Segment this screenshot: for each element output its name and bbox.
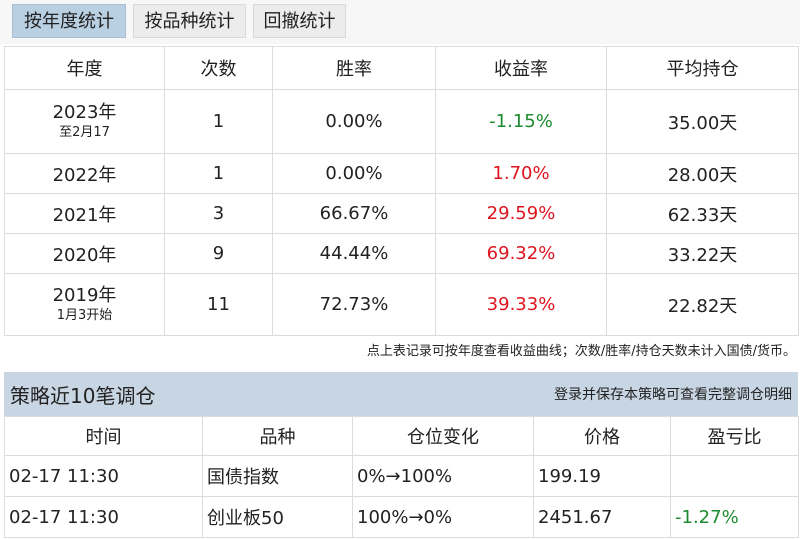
trade-row: 02-17 11:30 国债指数 0%→100% 199.19 (4, 455, 799, 497)
trades-header-row: 时间 品种 仓位变化 价格 盈亏比 (4, 416, 799, 456)
header-avg-hold: 平均持仓 (606, 46, 799, 90)
trade-item: 国债指数 (202, 455, 353, 497)
return-cell: 39.33% (435, 273, 607, 336)
header-year: 年度 (4, 46, 165, 90)
header-time: 时间 (4, 416, 203, 456)
tab-by-variety[interactable]: 按品种统计 (133, 4, 246, 38)
header-price: 价格 (533, 416, 671, 456)
tab-drawdown[interactable]: 回撤统计 (253, 4, 346, 38)
win-rate-cell: 0.00% (272, 89, 436, 154)
year-label: 2023年 (52, 101, 117, 123)
avg-hold-cell: 33.22天 (606, 233, 799, 274)
stats-row-2020[interactable]: 2020年 9 44.44% 69.32% 33.22天 (4, 233, 799, 274)
year-label: 2019年 (52, 284, 117, 306)
trade-row: 02-17 11:30 创业板50 100%→0% 2451.67 -1.27% (4, 496, 799, 538)
trade-pl (670, 455, 799, 497)
recent-trades-table: 时间 品种 仓位变化 价格 盈亏比 02-17 11:30 国债指数 0%→10… (4, 416, 799, 538)
win-rate-cell: 72.73% (272, 273, 436, 336)
trade-change: 0%→100% (352, 455, 534, 497)
return-cell: 1.70% (435, 153, 607, 194)
avg-hold-cell: 22.82天 (606, 273, 799, 336)
stats-row-2023[interactable]: 2023年 至2月17 1 0.00% -1.15% 35.00天 (4, 89, 799, 154)
header-win-rate: 胜率 (272, 46, 436, 90)
login-save-link[interactable]: 登录并保存本策略可查看完整调仓明细 (554, 384, 792, 404)
return-cell: 69.32% (435, 233, 607, 274)
year-sublabel: 1月3开始 (56, 307, 113, 323)
count-cell: 1 (164, 89, 273, 154)
avg-hold-cell: 35.00天 (606, 89, 799, 154)
year-label: 2021年 (4, 193, 165, 234)
count-cell: 1 (164, 153, 273, 194)
stats-row-2022[interactable]: 2022年 1 0.00% 1.70% 28.00天 (4, 153, 799, 194)
win-rate-cell: 0.00% (272, 153, 436, 194)
trade-time: 02-17 11:30 (4, 455, 203, 497)
year-label: 2020年 (4, 233, 165, 274)
header-pl-ratio: 盈亏比 (670, 416, 799, 456)
stats-row-2021[interactable]: 2021年 3 66.67% 29.59% 62.33天 (4, 193, 799, 234)
count-cell: 11 (164, 273, 273, 336)
trade-item: 创业板50 (202, 496, 353, 538)
avg-hold-cell: 62.33天 (606, 193, 799, 234)
trade-price: 199.19 (533, 455, 671, 497)
header-count: 次数 (164, 46, 273, 90)
section-title: 策略近10笔调仓 (10, 384, 156, 408)
yearly-stats-table: 年度 次数 胜率 收益率 平均持仓 2023年 至2月17 1 0.00% -1.… (4, 46, 799, 336)
trade-time: 02-17 11:30 (4, 496, 203, 538)
avg-hold-cell: 28.00天 (606, 153, 799, 194)
win-rate-cell: 44.44% (272, 233, 436, 274)
count-cell: 3 (164, 193, 273, 234)
stats-tab-bar: 按年度统计 按品种统计 回撤统计 (0, 0, 800, 44)
table-footnote: 点上表记录可按年度查看收益曲线；次数/胜率/持仓天数未计入国债/货币。 (366, 344, 796, 359)
win-rate-cell: 66.67% (272, 193, 436, 234)
header-return: 收益率 (435, 46, 607, 90)
year-label: 2022年 (4, 153, 165, 194)
recent-trades-header: 策略近10笔调仓 登录并保存本策略可查看完整调仓明细 (4, 372, 798, 416)
header-position-change: 仓位变化 (352, 416, 534, 456)
stats-header-row: 年度 次数 胜率 收益率 平均持仓 (4, 46, 799, 90)
header-item: 品种 (202, 416, 353, 456)
tab-by-year[interactable]: 按年度统计 (12, 4, 126, 38)
trade-price: 2451.67 (533, 496, 671, 538)
return-cell: -1.15% (435, 89, 607, 154)
year-sublabel: 至2月17 (59, 124, 110, 140)
return-cell: 29.59% (435, 193, 607, 234)
trade-pl: -1.27% (670, 496, 799, 538)
trade-change: 100%→0% (352, 496, 534, 538)
stats-row-2019[interactable]: 2019年 1月3开始 11 72.73% 39.33% 22.82天 (4, 273, 799, 336)
count-cell: 9 (164, 233, 273, 274)
